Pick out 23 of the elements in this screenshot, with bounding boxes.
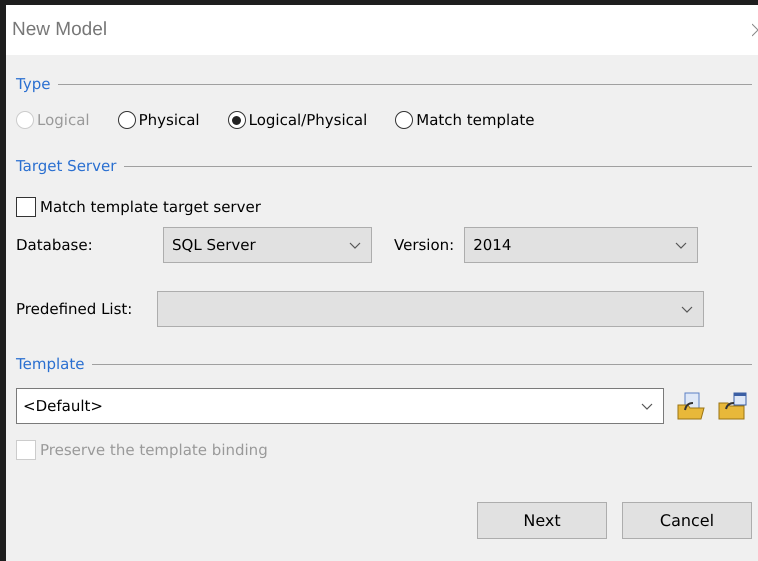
section-title: Type: [16, 75, 50, 93]
chevron-down-icon: [641, 402, 653, 410]
field-label: Version:: [394, 236, 454, 254]
dialog-button[interactable]: Next: [477, 502, 607, 539]
template-combo[interactable]: <Default>: [16, 388, 664, 424]
close-icon[interactable]: [752, 23, 758, 37]
folder-icon[interactable]: [718, 391, 748, 421]
field-label: Predefined List:: [16, 300, 134, 318]
database-dropdown[interactable]: SQL Server: [163, 227, 372, 263]
radio-option[interactable]: Match template: [395, 111, 534, 129]
radio-option[interactable]: Logical/Physical: [228, 111, 368, 129]
version-dropdown[interactable]: 2014: [464, 227, 698, 263]
chevron-down-icon: [681, 306, 693, 312]
section-title: Template: [16, 355, 84, 373]
checkbox[interactable]: Match template target server: [16, 197, 261, 217]
dialog-button[interactable]: Cancel: [622, 502, 752, 539]
radio-option[interactable]: Physical: [118, 111, 200, 129]
chevron-down-icon: [675, 242, 688, 248]
field-label: Database:: [16, 236, 94, 254]
window-title: New Model: [12, 19, 108, 41]
folder-icon[interactable]: [676, 391, 706, 421]
section-title: Target Server: [16, 157, 116, 175]
chevron-down-icon: [349, 242, 361, 248]
